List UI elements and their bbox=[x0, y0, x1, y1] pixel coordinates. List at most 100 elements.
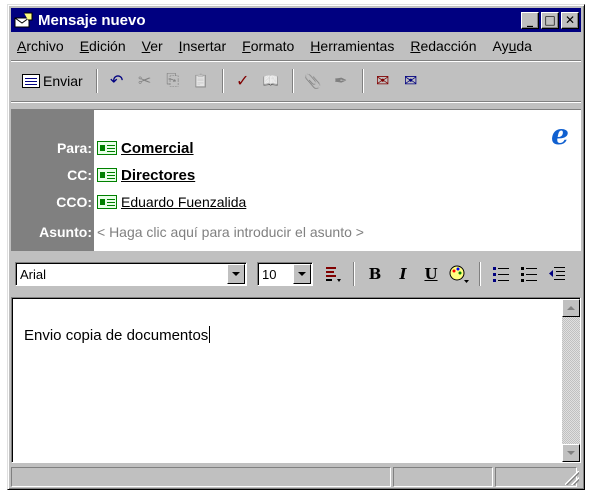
font-color-icon bbox=[449, 265, 469, 283]
subject-placeholder: < Haga clic aquí para introducir el asun… bbox=[97, 224, 364, 240]
minimize-icon: _ bbox=[527, 12, 533, 27]
bold-button[interactable]: B bbox=[361, 261, 389, 287]
window-title: Mensaje nuevo bbox=[38, 11, 146, 29]
close-button[interactable]: ✕ bbox=[561, 11, 579, 29]
chevron-down-icon[interactable] bbox=[293, 264, 311, 284]
sign-button[interactable]: ✒ bbox=[328, 67, 354, 95]
to-recipient[interactable]: Comercial bbox=[121, 140, 194, 157]
menu-edicion[interactable]: Edición bbox=[78, 37, 128, 55]
menu-ayuda[interactable]: Ayuda bbox=[491, 37, 534, 55]
bulleted-list-icon bbox=[521, 267, 537, 282]
paragraph-style-button[interactable] bbox=[319, 261, 347, 287]
subject-label: Asunto: bbox=[39, 224, 92, 240]
numbered-list-button[interactable] bbox=[487, 261, 515, 287]
to-label: Para: bbox=[56, 140, 92, 156]
distribution-list-icon bbox=[97, 168, 117, 182]
clipboard-icon: 📋 bbox=[192, 73, 209, 88]
attach-button[interactable]: 📎 bbox=[300, 67, 326, 95]
italic-icon: I bbox=[399, 265, 407, 283]
cc-field[interactable]: Directores bbox=[94, 167, 195, 184]
cc-label: CC: bbox=[67, 167, 92, 183]
send-button[interactable]: Enviar bbox=[17, 67, 88, 95]
title-bar[interactable]: Mensaje nuevo _ □ ✕ bbox=[11, 8, 581, 32]
digital-sign-button[interactable]: ✉ bbox=[370, 67, 396, 95]
vertical-scrollbar[interactable] bbox=[562, 299, 580, 462]
underline-icon: U bbox=[424, 265, 438, 283]
paste-button[interactable]: 📋 bbox=[188, 67, 214, 95]
cc-row: CC: Directores bbox=[12, 164, 195, 186]
italic-button[interactable]: I bbox=[389, 261, 417, 287]
menu-redaccion[interactable]: Redacción bbox=[408, 37, 478, 55]
send-icon bbox=[22, 74, 40, 88]
decrease-indent-button[interactable] bbox=[543, 261, 571, 287]
status-pane-secondary bbox=[393, 467, 493, 487]
bold-icon: B bbox=[368, 265, 382, 283]
text-caret bbox=[209, 326, 211, 343]
font-value: Arial bbox=[20, 266, 47, 282]
distribution-list-icon bbox=[97, 141, 117, 155]
font-select[interactable]: Arial bbox=[15, 262, 247, 286]
undo-icon: ↶ bbox=[109, 73, 124, 90]
resize-grip-icon[interactable] bbox=[565, 471, 579, 485]
format-toolbar: Arial 10 B I U bbox=[11, 257, 581, 291]
menu-formato[interactable]: Formato bbox=[240, 37, 296, 55]
encrypted-envelope-icon: ✉ bbox=[403, 73, 418, 90]
chevron-up-icon bbox=[567, 306, 575, 310]
main-toolbar: Enviar ↶ ✂ ⎘ 📋 ✓ 📖 📎 ✒ ✉ ✉ bbox=[11, 63, 581, 99]
font-size-value: 10 bbox=[262, 266, 277, 282]
check-names-button[interactable]: ✓ bbox=[230, 67, 256, 95]
underline-button[interactable]: U bbox=[417, 261, 445, 287]
status-bar bbox=[11, 467, 581, 487]
subject-field[interactable]: < Haga clic aquí para introducir el asun… bbox=[94, 224, 364, 240]
chevron-down-icon bbox=[567, 451, 575, 455]
to-row: Para: Comercial bbox=[12, 137, 194, 159]
subject-row: Asunto: < Haga clic aquí para introducir… bbox=[12, 221, 364, 243]
new-message-icon bbox=[14, 11, 34, 29]
minimize-button[interactable]: _ bbox=[521, 11, 539, 29]
bcc-label: CCO: bbox=[56, 194, 92, 210]
undo-button[interactable]: ↶ bbox=[104, 67, 130, 95]
message-body[interactable]: Envio copia de documentos bbox=[24, 326, 211, 344]
encrypt-button[interactable]: ✉ bbox=[398, 67, 424, 95]
signed-envelope-icon: ✉ bbox=[375, 73, 390, 90]
send-label: Enviar bbox=[43, 73, 83, 89]
scroll-down-button[interactable] bbox=[562, 444, 580, 462]
bcc-row: CCO: Eduardo Fuenzalida bbox=[12, 191, 246, 213]
close-icon: ✕ bbox=[564, 12, 576, 27]
check-names-icon: ✓ bbox=[235, 73, 250, 90]
menu-insertar[interactable]: Insertar bbox=[177, 37, 228, 55]
menu-separator bbox=[11, 60, 581, 62]
format-separator bbox=[479, 262, 481, 286]
menu-archivo[interactable]: Archivo bbox=[15, 37, 66, 55]
to-field[interactable]: Comercial bbox=[94, 140, 194, 157]
font-size-select[interactable]: 10 bbox=[257, 262, 313, 286]
scissors-icon: ✂ bbox=[137, 73, 152, 90]
toolbar-separator bbox=[95, 69, 98, 93]
menu-herramientas[interactable]: Herramientas bbox=[308, 37, 396, 55]
message-body-editor[interactable]: Envio copia de documentos bbox=[11, 297, 581, 463]
paragraph-style-icon bbox=[326, 267, 341, 282]
toolbar-separator-line bbox=[11, 101, 581, 103]
pen-icon: ✒ bbox=[333, 73, 348, 90]
bcc-field[interactable]: Eduardo Fuenzalida bbox=[94, 194, 246, 210]
status-pane-main bbox=[11, 467, 391, 487]
chevron-down-icon[interactable] bbox=[227, 264, 245, 284]
maximize-icon: □ bbox=[544, 12, 556, 27]
format-separator bbox=[353, 262, 355, 286]
copy-button[interactable]: ⎘ bbox=[160, 67, 186, 95]
scroll-up-button[interactable] bbox=[562, 299, 580, 317]
maximize-button[interactable]: □ bbox=[541, 11, 559, 29]
cc-recipient[interactable]: Directores bbox=[121, 167, 195, 184]
menu-ver[interactable]: Ver bbox=[140, 37, 165, 55]
copy-icon: ⎘ bbox=[166, 72, 180, 89]
address-book-button[interactable]: 📖 bbox=[258, 67, 284, 95]
font-color-button[interactable] bbox=[445, 261, 473, 287]
bcc-recipient[interactable]: Eduardo Fuenzalida bbox=[121, 194, 246, 210]
message-window: Mensaje nuevo _ □ ✕ Archivo Edición Ver … bbox=[7, 4, 585, 490]
cut-button[interactable]: ✂ bbox=[132, 67, 158, 95]
message-body-text: Envio copia de documentos bbox=[24, 327, 209, 344]
toolbar-separator bbox=[291, 69, 294, 93]
decrease-indent-icon bbox=[549, 267, 565, 280]
bulleted-list-button[interactable] bbox=[515, 261, 543, 287]
paperclip-icon: 📎 bbox=[303, 72, 322, 89]
